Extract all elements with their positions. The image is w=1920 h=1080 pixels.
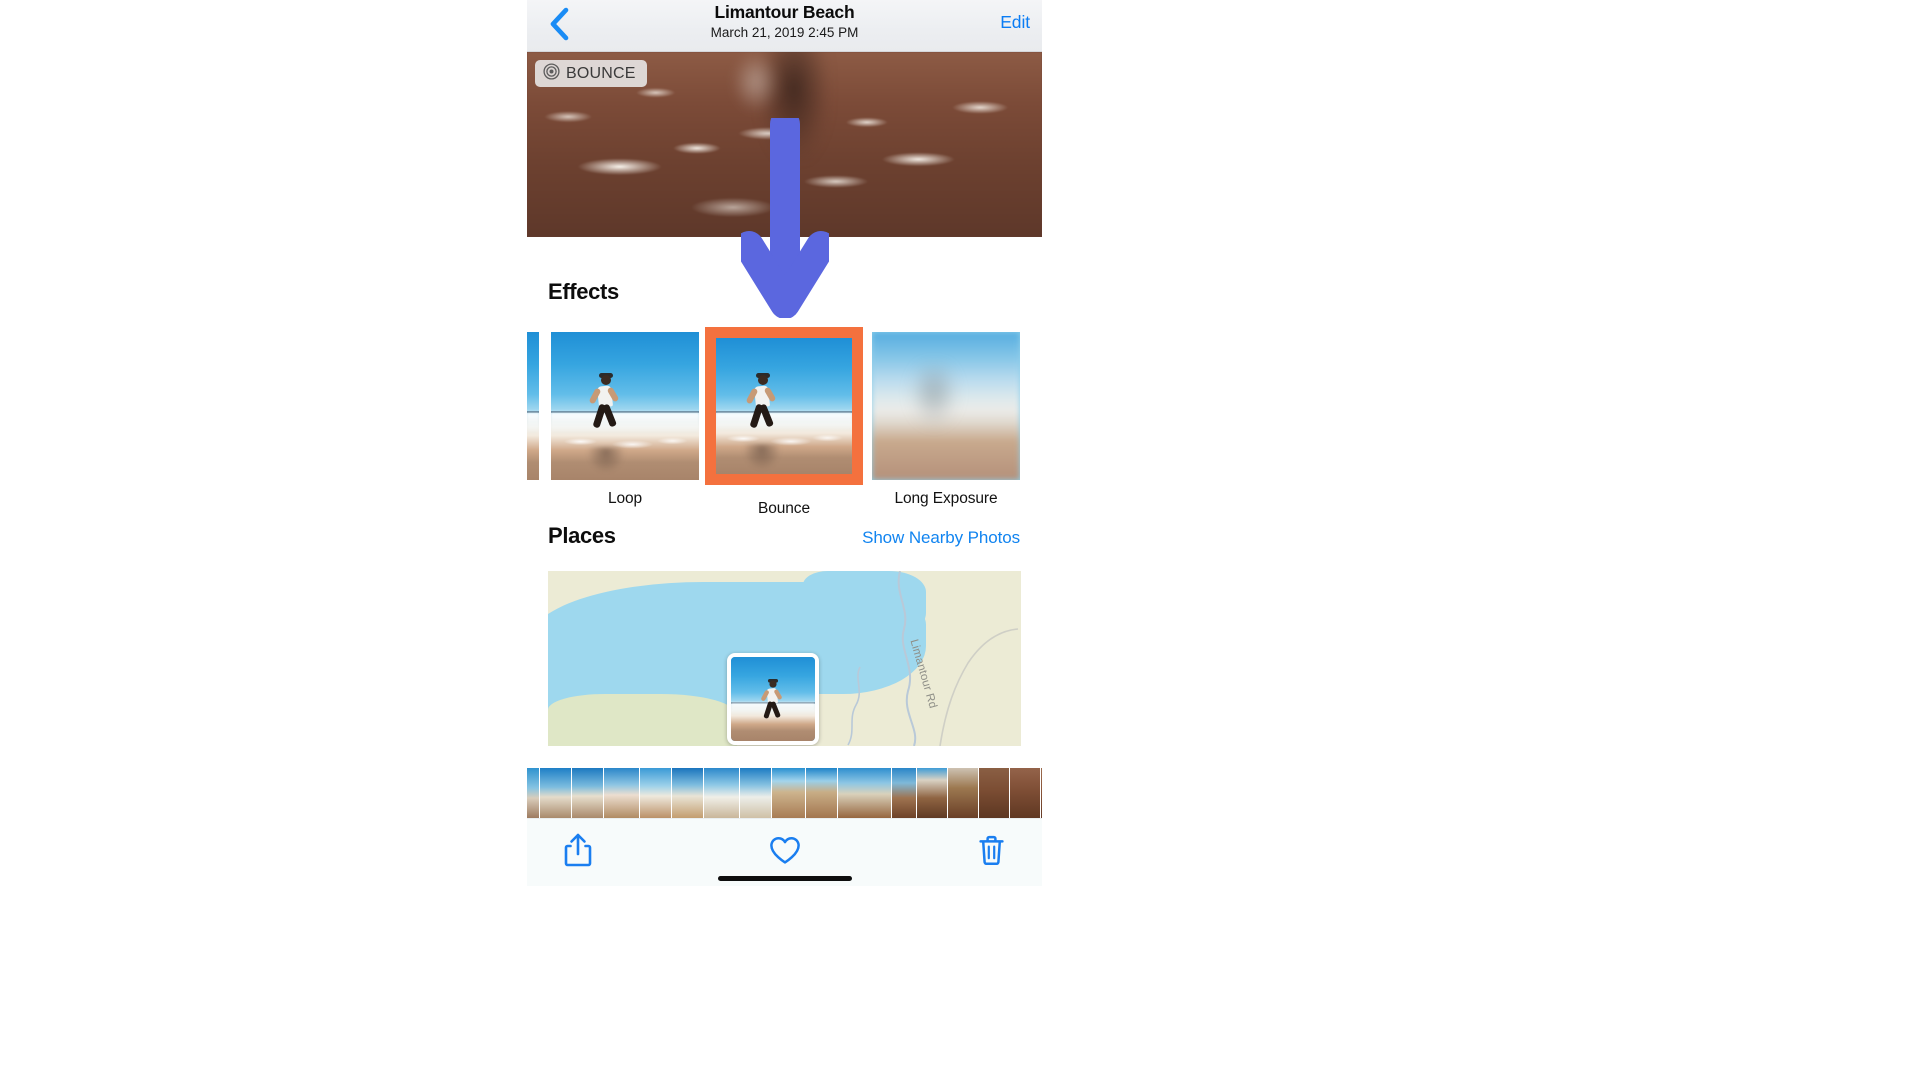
scene-surf [551, 413, 699, 433]
filmstrip-thumbnail[interactable] [979, 768, 1010, 818]
effect-item-loop[interactable]: Loop [551, 332, 699, 508]
filmstrip-thumbnail[interactable] [1041, 768, 1042, 818]
pin-thumbnail-scene [730, 657, 815, 742]
effect-item-partial[interactable] [527, 332, 539, 490]
scene-surf [716, 412, 852, 431]
effects-carousel[interactable]: Loop Bounce Long Exposure [527, 327, 1042, 517]
photo-datetime: March 21, 2019 2:45 PM [710, 25, 859, 40]
effect-item-long-exposure[interactable]: Long Exposure [872, 332, 1020, 508]
filmstrip-thumbnail[interactable] [527, 768, 540, 818]
map-photo-pin[interactable] [726, 653, 819, 746]
places-heading: Places [548, 523, 616, 548]
filmstrip-thumbnail[interactable] [838, 768, 892, 818]
thumbnail-scene [527, 332, 539, 480]
filmstrip-thumbnail[interactable] [772, 768, 806, 818]
live-photo-bounce-icon [543, 62, 560, 85]
thumbnail-scene [551, 332, 699, 480]
effect-thumbnail-loop [551, 332, 699, 480]
effect-label-long-exposure: Long Exposure [894, 490, 998, 507]
scene-foam [716, 433, 852, 447]
filmstrip-thumbnail[interactable] [948, 768, 979, 818]
filmstrip-thumbnail[interactable] [917, 768, 948, 818]
hero-subject-highlight [733, 52, 779, 112]
screenshot-root: Limantour Beach March 21, 2019 2:45 PM E… [0, 0, 1920, 1080]
filmstrip-thumbnail[interactable] [572, 768, 604, 818]
bounce-badge[interactable]: BOUNCE [535, 60, 647, 87]
scene-reflection [743, 444, 782, 471]
effect-label-bounce: Bounce [758, 500, 810, 517]
filmstrip-thumbnail[interactable] [704, 768, 740, 818]
filmstrip-thumbnail[interactable] [540, 768, 572, 818]
photo-filmstrip[interactable] [527, 768, 1042, 818]
share-button[interactable] [555, 830, 601, 876]
phone-screen: Limantour Beach March 21, 2019 2:45 PM E… [527, 0, 1042, 1080]
filmstrip-thumbnail[interactable] [1010, 768, 1041, 818]
scene-reflection [586, 447, 625, 474]
bounce-badge-label: BOUNCE [566, 64, 636, 82]
scene-runner [589, 373, 623, 431]
photo-viewer[interactable]: BOUNCE [527, 52, 1042, 237]
edit-button[interactable]: Edit [1000, 12, 1030, 33]
share-upload-icon [564, 833, 592, 872]
show-nearby-photos-link[interactable]: Show Nearby Photos [862, 528, 1020, 548]
filmstrip-thumbnail[interactable] [604, 768, 640, 818]
page-bottom-fill [527, 886, 1042, 1080]
scene-foam [551, 435, 699, 451]
places-section: Places Show Nearby Photos Limantour Rd [527, 487, 1042, 746]
scene-runner [760, 679, 785, 721]
scene-runner [745, 373, 780, 431]
delete-button[interactable] [968, 830, 1014, 876]
heart-icon [769, 836, 801, 870]
scene-surf [527, 413, 539, 433]
effect-label-loop: Loop [607, 490, 643, 507]
favorite-button[interactable] [762, 830, 808, 876]
trash-icon [978, 835, 1005, 871]
map-view[interactable]: Limantour Rd [548, 571, 1021, 746]
scene-motion-blur-subject [910, 364, 959, 427]
effect-thumbnail-long-exposure [872, 332, 1020, 480]
filmstrip-thumbnail[interactable] [892, 768, 917, 818]
thumbnail-scene [716, 338, 852, 474]
title-block: Limantour Beach March 21, 2019 2:45 PM [527, 0, 1042, 42]
navigation-bar: Limantour Beach March 21, 2019 2:45 PM E… [527, 0, 1042, 52]
home-indicator [717, 876, 852, 881]
effects-section: Effects Loop Bounce Long Exposure [527, 237, 1042, 517]
effect-thumbnail-bounce [705, 327, 863, 485]
page-title: Limantour Beach [714, 2, 855, 22]
effects-heading: Effects [548, 279, 619, 304]
effect-item-bounce[interactable]: Bounce [705, 327, 863, 518]
filmstrip-thumbnail[interactable] [806, 768, 838, 818]
filmstrip-thumbnail[interactable] [740, 768, 772, 818]
effect-thumbnail-partial [527, 332, 539, 480]
filmstrip-thumbnail[interactable] [640, 768, 672, 818]
places-header: Places Show Nearby Photos [527, 523, 1042, 549]
filmstrip-thumbnail[interactable] [672, 768, 704, 818]
